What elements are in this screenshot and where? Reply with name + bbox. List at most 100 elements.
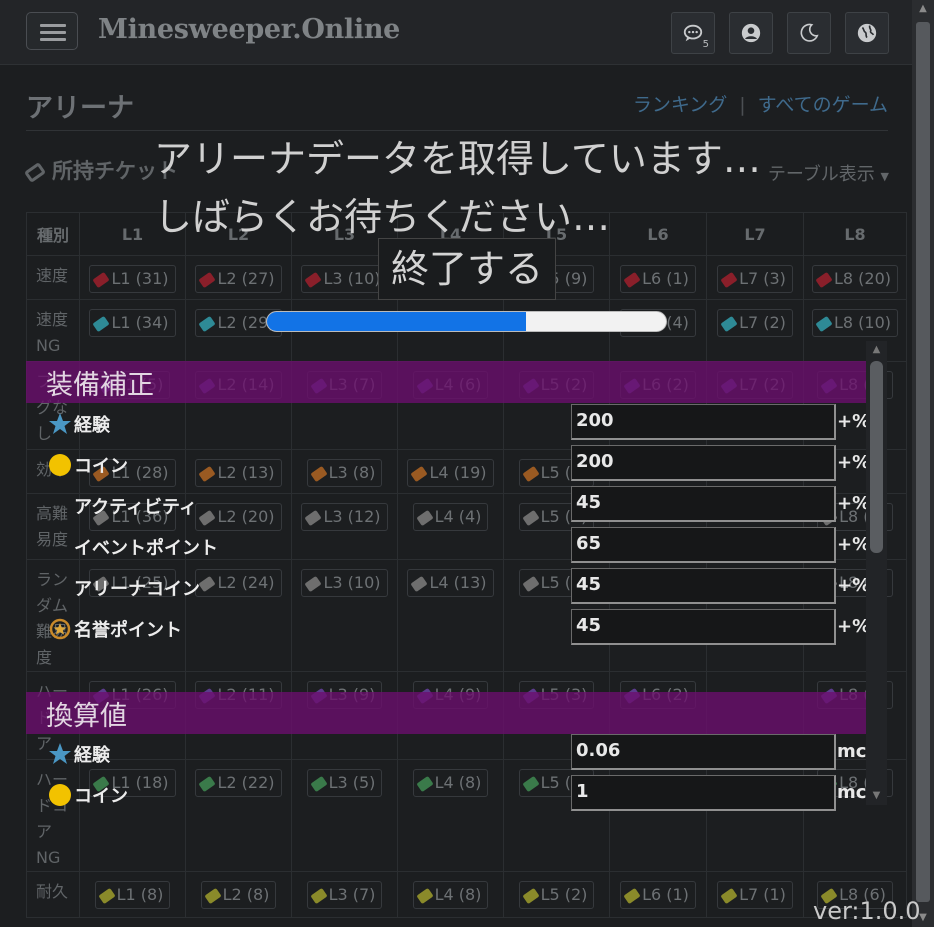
ticket-badge[interactable]: L3 (8): [306, 459, 383, 487]
equipment-value-input[interactable]: 65: [571, 527, 836, 563]
col-header: 種別: [26, 212, 80, 256]
conversion-section-header: 換算値: [26, 692, 866, 734]
ticket-icon: [623, 271, 641, 288]
star-icon: [48, 412, 72, 441]
table-cell: L4 (19): [397, 449, 504, 494]
ticket-badge[interactable]: L6 (1): [620, 265, 696, 293]
ticket-icon: [815, 315, 833, 332]
ticket-icon: [521, 887, 540, 904]
ticket-badge[interactable]: L3 (5): [306, 769, 383, 797]
ticket-badge[interactable]: L2 (22): [195, 769, 282, 797]
ranking-link[interactable]: ランキング: [633, 94, 727, 116]
table-cell: L1 (18): [79, 759, 186, 872]
ticket-icon: [415, 775, 434, 792]
table-cell: L7 (2): [706, 299, 804, 362]
medal-icon: [48, 617, 72, 646]
table-cell: L3 (10): [291, 559, 398, 672]
conversion-value-input[interactable]: 1: [571, 775, 836, 811]
ticket-badge[interactable]: L1 (34): [89, 309, 176, 337]
ticket-icon: [720, 271, 738, 288]
conversion-value-input[interactable]: 0.06: [571, 734, 836, 770]
profile-button[interactable]: [729, 12, 773, 54]
row-label: ハードコア NG: [26, 759, 80, 872]
equipment-value-input[interactable]: 200: [571, 445, 836, 481]
site-brand[interactable]: Minesweeper.Online: [98, 14, 400, 45]
ticket-badge[interactable]: L6 (1): [620, 881, 696, 909]
conversion-unit-label: mc: [837, 741, 867, 762]
coin-icon: [48, 453, 72, 482]
ticket-badge[interactable]: L4 (13): [407, 569, 494, 597]
ticket-badge[interactable]: L5 (2): [518, 881, 595, 909]
table-cell: L1 (31): [79, 255, 186, 300]
ticket-badge[interactable]: L1 (8): [94, 881, 171, 909]
ticket-icon: [521, 509, 540, 526]
ticket-icon: [92, 271, 111, 288]
equipment-value-input[interactable]: 45: [571, 609, 836, 645]
window-scroll-thumb[interactable]: [916, 22, 930, 902]
table-cell: L1 (34): [79, 299, 186, 362]
stop-button[interactable]: 終了する: [378, 238, 556, 300]
equipment-value-input[interactable]: 45: [571, 486, 836, 522]
ticket-badge[interactable]: L7 (3): [717, 265, 793, 293]
chat-icon: [683, 24, 703, 42]
ticket-badge[interactable]: L2 (27): [195, 265, 282, 293]
ticket-icon: [23, 161, 47, 183]
ticket-badge[interactable]: L4 (4): [412, 503, 489, 531]
ticket-badge[interactable]: L8 (20): [811, 265, 899, 293]
ticket-icon: [198, 465, 217, 482]
ticket-icon: [720, 887, 738, 904]
ticket-badge[interactable]: L3 (7): [306, 881, 383, 909]
table-view-dropdown[interactable]: テーブル表示 ▼: [768, 160, 889, 186]
all-games-link[interactable]: すべてのゲーム: [758, 94, 888, 116]
chat-button[interactable]: 5: [671, 12, 715, 54]
header-links: ランキング | すべてのゲーム: [633, 90, 888, 117]
equipment-row-label: イベントポイント: [74, 538, 218, 559]
ticket-icon: [304, 575, 323, 592]
table-cell: L2 (27): [185, 255, 292, 300]
panel-scroll-thumb[interactable]: [870, 361, 883, 553]
ticket-icon: [415, 887, 434, 904]
ticket-badge[interactable]: L2 (20): [195, 503, 282, 531]
ticket-icon: [410, 465, 429, 482]
ticket-badge[interactable]: L2 (24): [195, 569, 282, 597]
table-cell: L3 (5): [291, 759, 398, 872]
ticket-badge[interactable]: L3 (10): [301, 569, 388, 597]
ticket-badge[interactable]: L4 (8): [412, 769, 489, 797]
theme-button[interactable]: [787, 12, 831, 54]
equipment-value-input[interactable]: 45: [571, 568, 836, 604]
ticket-badge[interactable]: L8 (10): [811, 309, 899, 337]
equipment-row-label: コイン: [48, 452, 128, 482]
table-cell: L8 (20): [803, 255, 907, 300]
window-scroll-up-icon[interactable]: ▲: [912, 0, 934, 18]
ticket-badge[interactable]: L3 (12): [301, 503, 388, 531]
ticket-badge[interactable]: L7 (2): [717, 309, 793, 337]
equipment-row-label: アクティビティ: [74, 497, 197, 518]
user-icon: [741, 23, 761, 43]
ticket-badge[interactable]: L2 (13): [195, 459, 282, 487]
table-cell: L1 (8): [79, 871, 186, 918]
ticket-icon: [309, 465, 328, 482]
scroll-down-icon[interactable]: ▼: [866, 787, 887, 805]
progress-fill: [267, 312, 527, 331]
loading-message: アリーナデータを取得しています…: [154, 137, 761, 181]
ticket-badge[interactable]: L2 (8): [200, 881, 277, 909]
language-button[interactable]: [845, 12, 889, 54]
equipment-row-label: アリーナコイン: [74, 579, 200, 600]
ticket-badge[interactable]: L3 (10): [301, 265, 388, 293]
scroll-up-icon[interactable]: ▲: [866, 341, 887, 359]
equipment-value-input[interactable]: 200: [571, 404, 836, 440]
ticket-badge[interactable]: L4 (8): [412, 881, 489, 909]
panel-scrollbar[interactable]: ▲ ▼: [866, 341, 887, 805]
table-cell: L3 (7): [291, 871, 398, 918]
menu-icon[interactable]: [26, 12, 78, 50]
ticket-badge[interactable]: L7 (1): [717, 881, 793, 909]
ticket-badge[interactable]: L4 (19): [407, 459, 494, 487]
table-cell: L4 (8): [397, 871, 504, 918]
ticket-icon: [309, 775, 328, 792]
window-scrollbar[interactable]: ▲ ▼: [912, 0, 934, 927]
table-cell: L4 (13): [397, 559, 504, 672]
ticket-icon: [410, 575, 429, 592]
table-cell: L6 (1): [609, 255, 707, 300]
table-cell: L3 (12): [291, 493, 398, 560]
ticket-badge[interactable]: L1 (31): [89, 265, 176, 293]
